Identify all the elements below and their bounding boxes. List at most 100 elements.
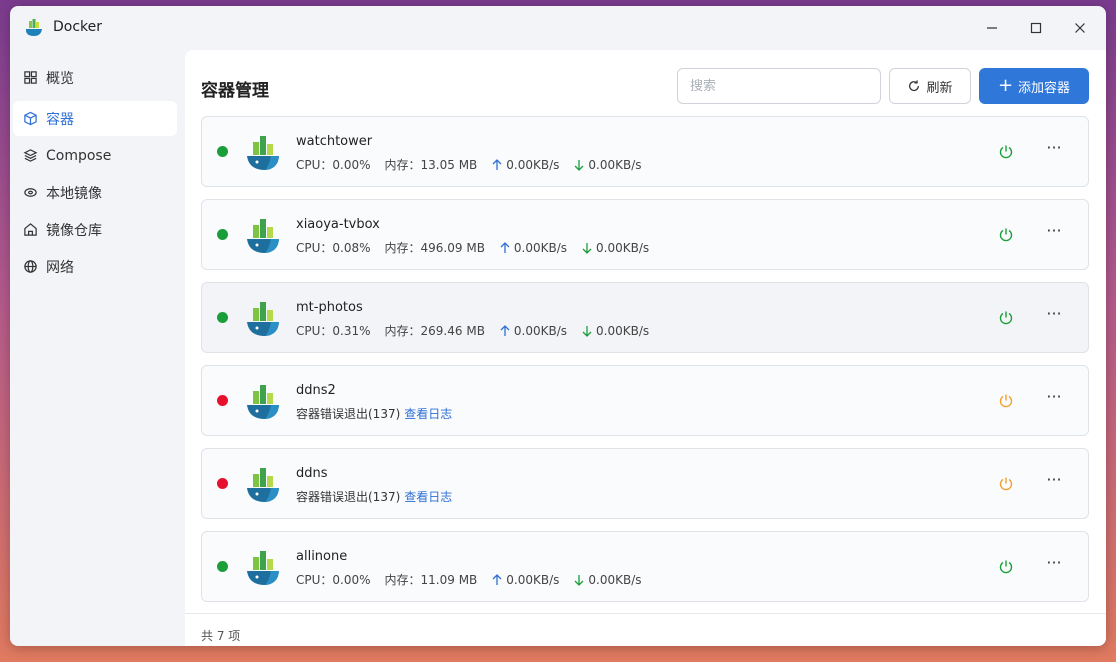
download-rate: 0.00KB/s — [596, 323, 650, 338]
app-window: Docker 概览 容器 Compose 本地镜像 镜像仓库 网络 容器管理 搜… — [10, 6, 1106, 646]
title-bar: Docker — [10, 6, 1106, 50]
status-dot — [217, 561, 228, 572]
refresh-button[interactable]: 刷新 — [889, 68, 971, 104]
sidebar-item-containers[interactable]: 容器 — [13, 101, 177, 136]
container-logo-icon — [247, 219, 279, 253]
sidebar-item-label: 本地镜像 — [46, 185, 102, 202]
more-options-icon[interactable]: ··· — [1044, 472, 1064, 493]
upload-arrow-icon — [492, 573, 502, 585]
plus-icon: + — [997, 75, 1014, 96]
sidebar-item-label: 容器 — [46, 111, 74, 128]
container-stats: CPU：0.00% 内存：11.09 MB 0.00KB/s 0.00KB/s — [296, 571, 642, 588]
error-text: 容器错误退出(137) — [296, 407, 401, 421]
container-name: mt-photos — [296, 300, 363, 315]
power-icon[interactable] — [998, 393, 1014, 409]
sidebar-item-label: 镜像仓库 — [46, 222, 102, 239]
close-icon — [1075, 23, 1085, 33]
add-container-button[interactable]: + 添加容器 — [979, 68, 1089, 104]
upload-rate: 0.00KB/s — [513, 323, 568, 338]
sidebar-item-local-images[interactable]: 本地镜像 — [13, 175, 177, 210]
container-stats: CPU：0.00% 内存：13.05 MB 0.00KB/s 0.00KB/s — [296, 156, 642, 173]
memory-usage: 内存：269.46 MB — [384, 324, 485, 338]
container-card[interactable]: ddns2 容器错误退出(137) 查看日志 ··· — [201, 365, 1089, 436]
upload-rate: 0.00KB/s — [506, 157, 560, 172]
minimize-button[interactable] — [980, 16, 1004, 40]
total-count: 共 7 项 — [201, 629, 241, 643]
container-logo-icon — [247, 302, 279, 336]
maximize-icon — [1030, 22, 1042, 34]
memory-usage: 内存：13.05 MB — [384, 158, 478, 172]
status-dot — [217, 478, 228, 489]
container-logo-icon — [247, 468, 279, 502]
sidebar-item-label: Compose — [46, 147, 112, 164]
container-logo-icon — [247, 551, 279, 585]
view-logs-link[interactable]: 查看日志 — [404, 407, 452, 421]
cpu-usage: CPU：0.08% — [296, 241, 371, 255]
container-name: allinone — [296, 549, 348, 564]
page-title: 容器管理 — [201, 81, 269, 101]
sidebar-item-registry[interactable]: 镜像仓库 — [13, 212, 177, 247]
download-arrow-icon — [582, 325, 592, 337]
upload-rate: 0.00KB/s — [506, 572, 560, 587]
container-name: ddns2 — [296, 383, 336, 398]
more-options-icon[interactable]: ··· — [1044, 555, 1064, 576]
sidebar-item-label: 概览 — [46, 70, 74, 87]
container-card[interactable]: xiaoya-tvbox CPU：0.08% 内存：496.09 MB 0.00… — [201, 199, 1089, 270]
status-dot — [217, 312, 228, 323]
minimize-icon — [987, 27, 997, 29]
power-icon[interactable] — [998, 476, 1014, 492]
refresh-icon — [909, 80, 920, 92]
close-button[interactable] — [1068, 16, 1092, 40]
container-card[interactable]: mt-photos CPU：0.31% 内存：269.46 MB 0.00KB/… — [201, 282, 1089, 353]
container-stats: CPU：0.08% 内存：496.09 MB 0.00KB/s 0.00KB/s — [296, 239, 649, 256]
sidebar-item-overview[interactable]: 概览 — [13, 60, 177, 95]
download-arrow-icon — [574, 574, 584, 586]
list-footer: 共 7 项 — [185, 613, 1106, 646]
download-rate: 0.00KB/s — [588, 157, 642, 172]
search-input[interactable] — [677, 68, 881, 104]
container-name: xiaoya-tvbox — [296, 217, 380, 232]
layers-icon — [23, 149, 38, 162]
upload-arrow-icon — [500, 324, 510, 336]
download-arrow-icon — [574, 159, 584, 171]
cpu-usage: CPU：0.00% — [296, 573, 371, 587]
power-icon[interactable] — [998, 144, 1014, 160]
error-text: 容器错误退出(137) — [296, 490, 401, 504]
power-icon[interactable] — [998, 559, 1014, 575]
memory-usage: 内存：496.09 MB — [384, 241, 485, 255]
disk-icon — [24, 188, 37, 197]
power-icon[interactable] — [998, 310, 1014, 326]
upload-arrow-icon — [492, 158, 502, 170]
window-title: Docker — [53, 19, 103, 35]
more-options-icon[interactable]: ··· — [1044, 306, 1064, 327]
error-message: 容器错误退出(137) 查看日志 — [296, 405, 452, 422]
download-arrow-icon — [582, 242, 592, 254]
grid-icon — [24, 71, 37, 84]
sidebar-item-compose[interactable]: Compose — [13, 138, 177, 173]
container-logo-icon — [247, 385, 279, 419]
refresh-label: 刷新 — [926, 80, 953, 96]
upload-rate: 0.00KB/s — [513, 240, 568, 255]
docker-logo-icon — [26, 19, 42, 36]
more-options-icon[interactable]: ··· — [1044, 389, 1064, 410]
view-logs-link[interactable]: 查看日志 — [404, 490, 452, 504]
power-icon[interactable] — [998, 227, 1014, 243]
container-card[interactable]: allinone CPU：0.00% 内存：11.09 MB 0.00KB/s … — [201, 531, 1089, 602]
more-options-icon[interactable]: ··· — [1044, 223, 1064, 244]
sidebar-item-label: 网络 — [46, 259, 74, 276]
container-name: ddns — [296, 466, 328, 481]
download-rate: 0.00KB/s — [588, 572, 642, 587]
container-card[interactable]: ddns 容器错误退出(137) 查看日志 ··· — [201, 448, 1089, 519]
cpu-usage: CPU：0.31% — [296, 324, 371, 338]
error-message: 容器错误退出(137) 查看日志 — [296, 488, 452, 505]
more-options-icon[interactable]: ··· — [1044, 140, 1064, 161]
maximize-button[interactable] — [1024, 16, 1048, 40]
status-dot — [217, 229, 228, 240]
container-card[interactable]: watchtower CPU：0.00% 内存：13.05 MB 0.00KB/… — [201, 116, 1089, 187]
cpu-usage: CPU：0.00% — [296, 158, 371, 172]
container-stats: CPU：0.31% 内存：269.46 MB 0.00KB/s 0.00KB/s — [296, 322, 649, 339]
upload-arrow-icon — [500, 241, 510, 253]
container-list: watchtower CPU：0.00% 内存：13.05 MB 0.00KB/… — [201, 116, 1089, 612]
home-icon — [24, 223, 37, 236]
sidebar-item-network[interactable]: 网络 — [13, 249, 177, 284]
